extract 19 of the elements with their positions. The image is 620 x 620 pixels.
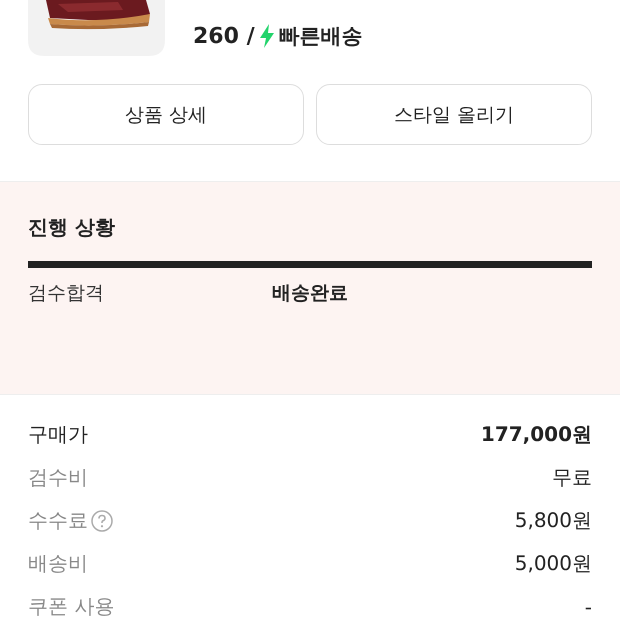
section-title: 진행 상황 [28, 214, 116, 241]
price-label: 수수료 [28, 507, 88, 534]
price-value: 5,000원 [514, 550, 592, 577]
price-value: 무료 [552, 464, 592, 491]
price-label: 검수비 [28, 464, 88, 491]
step-label: 검수합격 [28, 281, 105, 306]
price-label: 구매가 [28, 421, 88, 448]
lightning-icon [258, 24, 275, 48]
action-button[interactable]: 스타일 올리기 [316, 84, 592, 145]
action-button[interactable]: 상품 상세 [28, 84, 304, 145]
price-value: 5,800원 [514, 507, 592, 534]
size-text: 260 / [193, 24, 255, 48]
help-icon[interactable] [91, 510, 113, 532]
price-label: 배송비 [28, 550, 88, 577]
price-value: - [584, 594, 592, 618]
step-label: 배송완료 [272, 281, 348, 306]
price-label: 쿠폰 사용 [28, 593, 114, 620]
price-value: 177,000원 [480, 421, 592, 448]
shipping-label: 빠른배송 [278, 23, 363, 50]
